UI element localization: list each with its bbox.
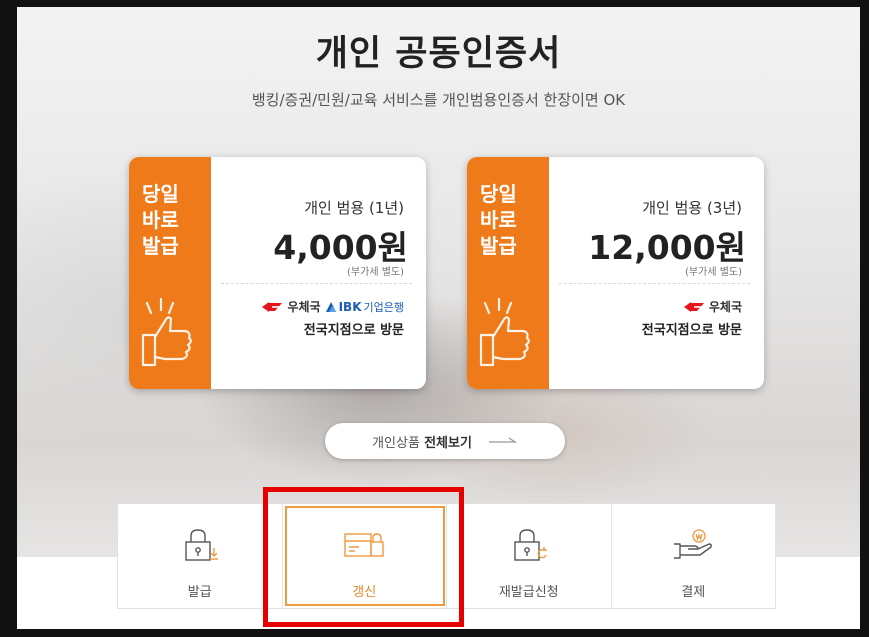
product-card-1year[interactable]: 당일 바로 발급 개인 범용 (1년) 4,000원 (부가세 별도) 우체국 … [129,157,426,389]
vat-note: (부가세 별도) [347,267,404,278]
service-payment[interactable]: 결제 [612,504,776,608]
card-divider [221,283,412,284]
thumbs-up-icon [479,297,530,367]
visit-branches-text: 전국지점으로 방문 [641,323,742,338]
ibk-logo-icon [325,301,336,312]
same-day-badge: 당일 바로 발급 [142,182,179,258]
partner-logos: 우체국 IBK 기업은행 [261,298,404,315]
lock-download-icon [185,529,218,561]
product-card-3year[interactable]: 당일 바로 발급 개인 범용 (3년) 12,000원 (부가세 별도) 우체국… [467,157,764,389]
plan-price: 12,000원 [588,228,746,267]
service-reissue-request[interactable]: 재발급신청 [447,504,612,608]
partner-logos: 우체국 [683,298,742,315]
hero-section: 개인 공동인증서 뱅킹/증권/민원/교육 서비스를 개인범용인증서 한장이면 O… [17,7,860,629]
plan-price: 4,000원 [273,228,408,267]
service-issue[interactable]: 발급 [118,504,283,608]
arrow-right-icon [488,437,518,443]
same-day-badge: 당일 바로 발급 [480,182,517,258]
card-badge-panel: 당일 바로 발급 [129,157,211,389]
service-menu: 발급 갱신 재발급신청 결제 [117,503,776,609]
vat-note: (부가세 별도) [685,267,742,278]
hand-coin-icon [674,529,713,559]
card-body: 개인 범용 (3년) 12,000원 (부가세 별도) 우체국 전국지점으로 방… [549,157,764,389]
service-label: 발급 [187,585,212,600]
plan-name: 개인 범용 (3년) [642,199,742,217]
card-divider [559,283,750,284]
visit-branches-text: 전국지점으로 방문 [303,323,404,338]
view-all-products-button[interactable]: 개인상품 전체보기 [325,423,565,459]
card-body: 개인 범용 (1년) 4,000원 (부가세 별도) 우체국 IBK 기업은행 … [211,157,426,389]
service-label: 결제 [681,585,706,600]
korea-post-label: 우체국 [708,300,742,314]
card-lock-icon [344,533,384,557]
view-all-label: 개인상품 전체보기 [372,435,472,451]
korea-post-label: 우체국 [287,300,321,314]
service-renew[interactable]: 갱신 [283,504,447,608]
card-badge-panel: 당일 바로 발급 [467,157,549,389]
service-label: 재발급신청 [498,585,559,600]
lock-refresh-icon [514,529,547,561]
ibk-logo: IBK 기업은행 [325,299,404,315]
plan-name: 개인 범용 (1년) [304,199,404,217]
screenshot-frame: 개인 공동인증서 뱅킹/증권/민원/교육 서비스를 개인범용인증서 한장이면 O… [0,0,869,637]
korea-post-logo-icon [262,301,283,312]
page-subtitle: 뱅킹/증권/민원/교육 서비스를 개인범용인증서 한장이면 OK [251,91,626,109]
thumbs-up-icon [141,297,192,367]
service-label: 갱신 [352,585,377,600]
korea-post-logo-icon [683,301,704,312]
page-title: 개인 공동인증서 [315,34,562,74]
